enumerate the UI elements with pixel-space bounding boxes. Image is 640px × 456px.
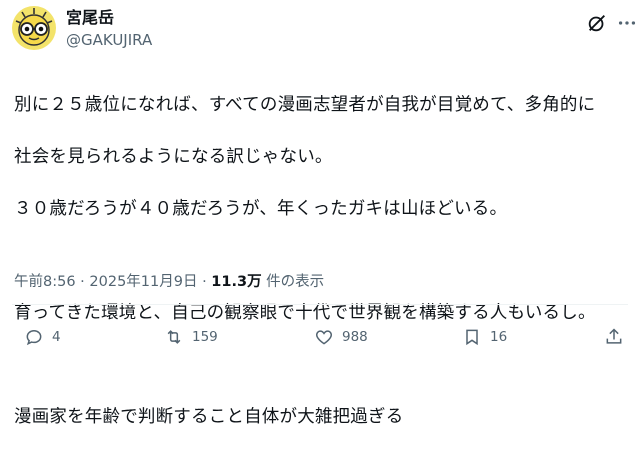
meta-separator: · [197,274,212,290]
post-line: 漫画家を年齢で判断すること自体が大雑把過ぎる [14,407,404,427]
bookmark-icon [466,329,478,346]
like-button[interactable]: 988 [314,326,368,348]
view-count[interactable]: 11.3万 [211,274,261,290]
post-line: 社会を見られるようになる訳じゃない。 [14,147,333,167]
post-line: ３０歳だろうが４０歳だろうが、年くったガキは山ほどいる。 [14,199,508,219]
bookmark-count: 16 [490,329,508,345]
bookmark-button[interactable]: 16 [462,326,507,348]
post-meta: 午前8:56 · 2025年11月9日 · 11.3万 件の表示 [14,272,324,292]
action-bar: 4 159 988 16 [0,318,640,354]
grok-icon[interactable] [586,12,608,34]
reply-button[interactable]: 4 [24,326,61,348]
author-handle[interactable]: @GAKUJIRA [66,30,152,50]
post-line: 別に２５歳位になれば、すべての漫画志望者が自我が目覚めて、多角的に [14,95,596,115]
reply-count: 4 [52,329,61,345]
retweet-button[interactable]: 159 [164,326,218,348]
reply-icon [26,329,42,346]
like-count: 988 [342,329,368,345]
divider [12,304,628,305]
view-label[interactable]: 件の表示 [262,274,324,290]
author-name[interactable]: 宮尾岳 [66,8,114,28]
more-icon[interactable] [616,12,638,34]
post-header: 宮尾岳 @GAKUJIRA [12,6,636,54]
share-button[interactable] [604,326,632,348]
post-date[interactable]: 2025年11月9日 [89,274,197,290]
avatar[interactable] [12,6,56,50]
post-time[interactable]: 午前8:56 [14,274,76,290]
post-text: 別に２５歳位になれば、すべての漫画志望者が自我が目覚めて、多角的に 社会を見られ… [14,66,634,456]
post-line-blank [14,352,634,378]
post-line-blank [14,248,634,274]
meta-separator: · [75,274,90,290]
share-icon [606,328,622,344]
retweet-count: 159 [192,329,218,345]
retweet-icon [167,330,181,344]
heart-icon [315,330,333,345]
